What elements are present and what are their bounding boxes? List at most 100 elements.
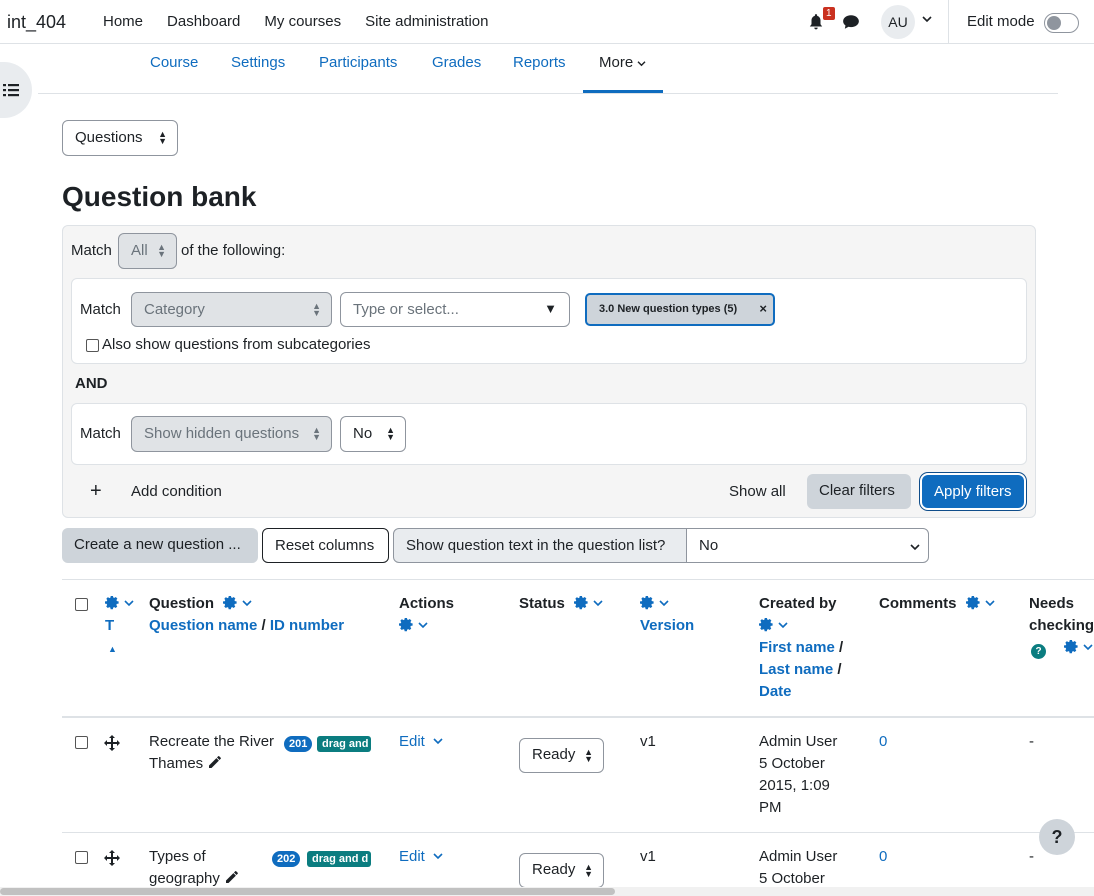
chevron-down-icon[interactable] <box>922 15 932 23</box>
condition-field-select[interactable]: Category ▲ ▼ <box>131 292 332 327</box>
gear-icon[interactable] <box>223 595 238 610</box>
nav-dashboard[interactable]: Dashboard <box>167 13 240 30</box>
column-created-by-header: Created by First name / Last name / Date <box>759 593 869 703</box>
show-question-text-value: No <box>699 537 719 554</box>
row-select-checkbox[interactable] <box>75 851 88 864</box>
edit-action-menu[interactable]: Edit <box>399 846 443 868</box>
remove-chip-icon[interactable]: × <box>759 301 767 316</box>
gear-icon[interactable] <box>640 595 655 610</box>
hidden-questions-field-select[interactable]: Show hidden questions ▲ ▼ <box>131 416 332 452</box>
needs-checking-cell: - <box>1029 733 1034 750</box>
chevron-down-icon[interactable] <box>659 599 669 607</box>
site-brand[interactable]: int_404 <box>7 12 66 33</box>
apply-filters-button[interactable]: Apply filters <box>922 475 1024 508</box>
created-date-1: 5 October <box>759 755 825 772</box>
category-autocomplete-input[interactable]: Type or select... ▼ <box>340 292 570 327</box>
question-tag-badge[interactable]: drag and d <box>307 851 371 867</box>
subcategories-checkbox[interactable] <box>86 339 99 352</box>
top-navbar: int_404 Home Dashboard My courses Site a… <box>0 0 1094 44</box>
reset-columns-button[interactable]: Reset columns <box>262 528 389 563</box>
question-name-cell: Types of geography <box>149 846 269 890</box>
nav-site-administration[interactable]: Site administration <box>365 13 488 30</box>
gear-icon[interactable] <box>399 617 414 632</box>
created-by-name: Admin User <box>759 848 838 865</box>
select-arrows-icon: ▲ ▼ <box>158 129 167 146</box>
select-all-checkbox[interactable] <box>75 598 88 611</box>
comments-header-label: Comments <box>879 595 957 612</box>
help-icon[interactable]: ? <box>1031 644 1046 659</box>
move-icon[interactable] <box>104 735 120 751</box>
clear-filters-button[interactable]: Clear filters <box>807 474 911 509</box>
needs-checking-label-1: Needs <box>1029 595 1075 612</box>
created-by-cell: Admin User 5 October <box>759 846 869 890</box>
created-by-name: Admin User <box>759 733 838 750</box>
tab-settings[interactable]: Settings <box>231 54 285 71</box>
chevron-down-icon[interactable] <box>242 599 252 607</box>
created-date-1: 5 October <box>759 870 825 887</box>
tab-more[interactable]: More <box>599 54 646 71</box>
gear-icon[interactable] <box>574 595 589 610</box>
scrollbar-thumb[interactable] <box>0 888 615 895</box>
sort-by-id-number-link[interactable]: ID number <box>270 617 344 634</box>
match-label: Match <box>71 242 112 259</box>
create-new-question-button[interactable]: Create a new question ... <box>62 528 258 563</box>
question-tag-badge[interactable]: drag and <box>317 736 371 752</box>
question-bank-nav-select[interactable]: Questions ▲ ▼ <box>62 120 178 156</box>
nav-home[interactable]: Home <box>103 13 143 30</box>
chevron-down-icon[interactable] <box>1083 643 1093 651</box>
nav-my-courses[interactable]: My courses <box>264 13 341 30</box>
tab-grades[interactable]: Grades <box>432 54 481 71</box>
secondary-navigation: Course Settings Participants Grades Repo… <box>38 44 1058 94</box>
add-condition-button[interactable]: Add condition <box>131 483 222 500</box>
status-value: Ready <box>532 746 576 763</box>
chevron-down-icon <box>433 853 443 860</box>
question-id-badge: 201 <box>284 736 313 752</box>
horizontal-scrollbar[interactable] <box>0 887 1094 896</box>
sort-by-last-name-link[interactable]: Last name <box>759 661 833 678</box>
show-all-button[interactable]: Show all <box>729 483 786 500</box>
gear-icon[interactable] <box>105 595 120 610</box>
course-index-drawer-toggle[interactable] <box>0 62 32 118</box>
of-following-label: of the following: <box>181 242 286 259</box>
hidden-questions-value-select[interactable]: No ▲ ▼ <box>340 416 406 452</box>
edit-action-label: Edit <box>399 848 425 865</box>
selected-category-chip[interactable]: 3.0 New question types (5) × <box>585 293 775 326</box>
comments-count-link[interactable]: 0 <box>879 731 887 753</box>
chevron-down-icon[interactable] <box>593 599 603 607</box>
sort-by-type-link[interactable]: T <box>105 617 114 634</box>
show-question-text-select[interactable]: No <box>686 528 929 563</box>
gear-icon[interactable] <box>759 617 774 632</box>
gear-icon[interactable] <box>965 595 981 610</box>
row-select-checkbox[interactable] <box>75 736 88 749</box>
user-avatar[interactable]: AU <box>881 5 915 39</box>
move-icon[interactable] <box>104 850 120 866</box>
edit-mode-toggle[interactable] <box>1044 13 1079 33</box>
tab-course[interactable]: Course <box>150 54 198 71</box>
hidden-questions-value: No <box>353 425 373 442</box>
plus-icon[interactable]: + <box>90 480 102 503</box>
tab-reports[interactable]: Reports <box>513 54 566 71</box>
status-select[interactable]: Ready ▲ ▼ <box>519 853 604 888</box>
chat-icon[interactable] <box>842 14 860 30</box>
sort-by-question-name-link[interactable]: Question name <box>149 617 257 634</box>
help-button[interactable]: ? <box>1039 819 1075 855</box>
sort-by-date-link[interactable]: Date <box>759 683 792 700</box>
chevron-down-icon[interactable] <box>778 621 788 629</box>
sort-by-first-name-link[interactable]: First name <box>759 639 835 656</box>
status-select[interactable]: Ready ▲ ▼ <box>519 738 604 773</box>
version-cell: v1 <box>640 733 656 750</box>
dropdown-triangle-icon[interactable]: ▼ <box>544 301 557 316</box>
comments-count-link[interactable]: 0 <box>879 846 887 868</box>
tab-participants[interactable]: Participants <box>319 54 397 71</box>
edit-action-menu[interactable]: Edit <box>399 731 443 753</box>
sort-by-version-link[interactable]: Version <box>640 617 694 634</box>
pencil-edit-icon[interactable] <box>207 754 223 770</box>
category-autocomplete-placeholder: Type or select... <box>353 301 459 318</box>
column-type-header: T ▲ <box>105 593 141 660</box>
gear-icon[interactable] <box>1064 639 1079 654</box>
chevron-down-icon[interactable] <box>418 621 428 629</box>
match-all-select[interactable]: All ▲ ▼ <box>118 233 177 269</box>
pencil-edit-icon[interactable] <box>224 869 240 885</box>
chevron-down-icon[interactable] <box>124 599 134 607</box>
chevron-down-icon[interactable] <box>985 599 995 607</box>
